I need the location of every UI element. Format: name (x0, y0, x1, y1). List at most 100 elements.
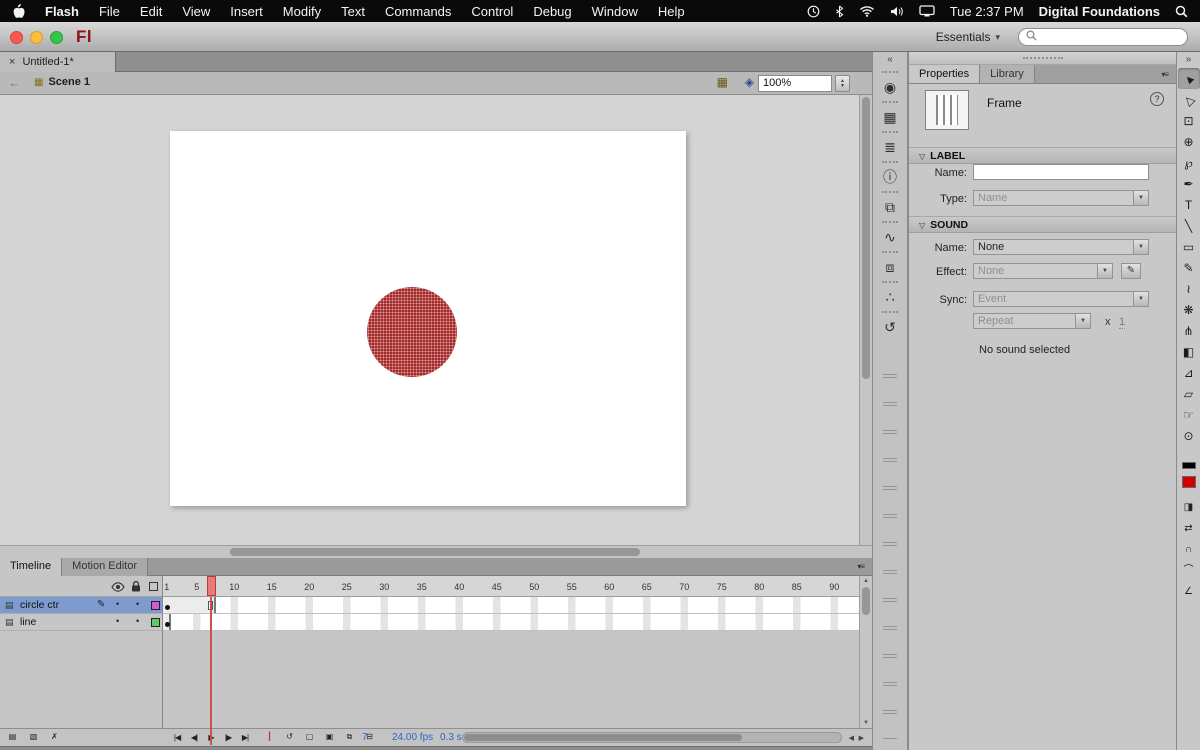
layer-outline-color-swatch[interactable] (151, 618, 160, 627)
layer-frames-row[interactable] (163, 614, 859, 631)
stepper-down-icon[interactable]: ▼ (840, 83, 845, 89)
sound-panel-icon[interactable]: ∿ (878, 226, 902, 248)
lock-layers-icon[interactable] (131, 580, 141, 595)
pen-tool[interactable]: ✒ (1178, 173, 1200, 194)
menu-edit[interactable]: Edit (130, 4, 172, 19)
current-frame-indicator[interactable]: 7 (362, 732, 368, 743)
black-and-white-colors-button[interactable]: ◨ (1179, 500, 1199, 516)
align-panel-icon[interactable]: ≣ (878, 136, 902, 158)
components-panel-icon[interactable]: ⧈ (878, 256, 902, 278)
bluetooth-icon[interactable] (835, 5, 844, 18)
edit-symbols-icon[interactable]: ◈ (745, 75, 754, 89)
volume-icon[interactable] (890, 6, 904, 17)
sound-repeat-dropdown[interactable]: Repeat ▼ (973, 313, 1091, 329)
smooth-button[interactable]: ⌒ (1179, 563, 1199, 579)
outline-layers-icon[interactable] (149, 582, 158, 591)
expand-tools-icon[interactable]: » (1177, 54, 1200, 65)
tab-close-icon[interactable]: × (9, 56, 15, 68)
sound-effect-dropdown[interactable]: None ▼ (973, 263, 1113, 279)
scroll-right-icon[interactable]: ▶ (859, 734, 864, 742)
onion-skin-button[interactable]: ▢ (302, 730, 316, 743)
sound-name-dropdown[interactable]: None ▼ (973, 239, 1149, 255)
label-section-header[interactable]: ▽ LABEL (909, 147, 1176, 164)
swap-colors-button[interactable]: ⇄ (1179, 521, 1199, 537)
panel-menu-icon[interactable]: ▾≡ (849, 558, 872, 575)
wifi-icon[interactable] (859, 5, 875, 17)
workspace-switcher[interactable]: Essentials ▾ (936, 30, 1000, 44)
menu-commands[interactable]: Commands (375, 4, 461, 19)
deco-tool[interactable]: ❋ (1178, 299, 1200, 320)
history-panel-icon[interactable]: ↺ (878, 316, 902, 338)
window-minimize-button[interactable] (30, 31, 43, 44)
back-arrow-icon[interactable]: ← (8, 75, 21, 90)
timeline-vertical-scrollbar[interactable]: ▲ ▼ (859, 576, 872, 728)
layer-outline-color-swatch[interactable] (151, 601, 160, 610)
straighten-button[interactable]: ∠ (1179, 584, 1199, 600)
selection-tool[interactable]: ▲ (1177, 68, 1200, 89)
stage[interactable] (170, 131, 686, 506)
edit-sound-envelope-button[interactable]: ✎ (1121, 263, 1141, 279)
paint-bucket-tool[interactable]: ◧ (1178, 341, 1200, 362)
show-hide-layers-icon[interactable] (111, 581, 125, 595)
scrollbar-thumb[interactable] (464, 734, 742, 741)
loop-button[interactable]: ↺ (282, 730, 296, 743)
bone-tool[interactable]: ⋔ (1178, 320, 1200, 341)
frame-span[interactable] (163, 597, 216, 613)
tab-library[interactable]: Library (980, 65, 1035, 83)
dropdown-arrow-icon[interactable]: ▼ (1133, 292, 1148, 306)
expand-panels-icon[interactable]: « (873, 54, 907, 65)
document-tab[interactable]: × Untitled-1* (0, 52, 116, 72)
play-button[interactable]: ▶ (204, 731, 218, 744)
goto-last-frame-button[interactable]: ▶| (238, 731, 252, 744)
menu-debug[interactable]: Debug (523, 4, 581, 19)
time-machine-icon[interactable] (807, 5, 820, 18)
frame-ruler[interactable]: 1 5 10 15 20 25 30 35 40 45 50 55 60 65 70 75 80 85 90 (163, 576, 859, 597)
step-back-button[interactable]: ◀| (187, 731, 201, 744)
delete-layer-button[interactable]: ✗ (47, 730, 61, 743)
spotlight-icon[interactable] (1175, 5, 1188, 18)
menu-insert[interactable]: Insert (220, 4, 273, 19)
step-forward-button[interactable]: |▶ (221, 731, 235, 744)
frame-span[interactable] (163, 614, 171, 630)
dropdown-arrow-icon[interactable]: ▼ (1133, 240, 1148, 254)
zoom-level-input[interactable]: 100% (758, 75, 832, 92)
layer-row[interactable]: ▤ line • • (0, 614, 162, 631)
transform-panel-icon[interactable]: ⧉ (878, 196, 902, 218)
playhead-marker[interactable] (207, 576, 216, 596)
info-panel-icon[interactable]: ⓘ (878, 166, 902, 188)
disclosure-triangle-icon[interactable]: ▽ (919, 152, 925, 161)
current-scene[interactable]: ▦ Scene 1 (34, 76, 90, 88)
zoom-tool[interactable]: ⊙ (1178, 425, 1200, 446)
zoom-stepper[interactable]: ▲ ▼ (835, 75, 850, 92)
scrollbar-thumb[interactable] (230, 548, 640, 556)
layer-visibility-dot[interactable]: • (116, 599, 119, 609)
disclosure-triangle-icon[interactable]: ▽ (919, 221, 925, 230)
help-icon[interactable]: ? (1150, 92, 1164, 106)
fill-color-swatch[interactable] (1182, 476, 1196, 488)
frame-label-name-input[interactable] (973, 164, 1149, 180)
center-frame-button[interactable]: ┃ (262, 730, 276, 743)
menu-view[interactable]: View (172, 4, 220, 19)
displays-icon[interactable] (919, 5, 935, 17)
layer-lock-dot[interactable]: • (136, 599, 139, 609)
subselection-tool[interactable]: △ (1178, 89, 1200, 110)
tab-properties[interactable]: Properties (909, 65, 981, 83)
dropdown-arrow-icon[interactable]: ▼ (1133, 191, 1148, 205)
scroll-down-icon[interactable]: ▼ (860, 720, 872, 726)
scroll-up-icon[interactable]: ▲ (860, 578, 872, 584)
menu-help[interactable]: Help (648, 4, 695, 19)
new-layer-button[interactable]: ▤ (5, 730, 19, 743)
layer-lock-dot[interactable]: • (136, 616, 139, 626)
lasso-tool[interactable]: ℘ (1178, 152, 1200, 173)
layer-visibility-dot[interactable]: • (116, 616, 119, 626)
text-tool[interactable]: T (1178, 194, 1200, 215)
elapsed-time-indicator[interactable]: 0.3 s (440, 732, 462, 743)
tab-motion-editor[interactable]: Motion Editor (62, 558, 148, 576)
panel-menu-icon[interactable]: ▾≡ (1153, 65, 1176, 83)
search-input[interactable] (1041, 31, 1183, 43)
apple-menu-icon[interactable] (12, 3, 25, 19)
goto-first-frame-button[interactable]: |◀ (170, 731, 184, 744)
scroll-left-icon[interactable]: ◀ (849, 734, 854, 742)
motion-presets-panel-icon[interactable]: ∴ (878, 286, 902, 308)
brush-tool[interactable]: ≀ (1178, 278, 1200, 299)
